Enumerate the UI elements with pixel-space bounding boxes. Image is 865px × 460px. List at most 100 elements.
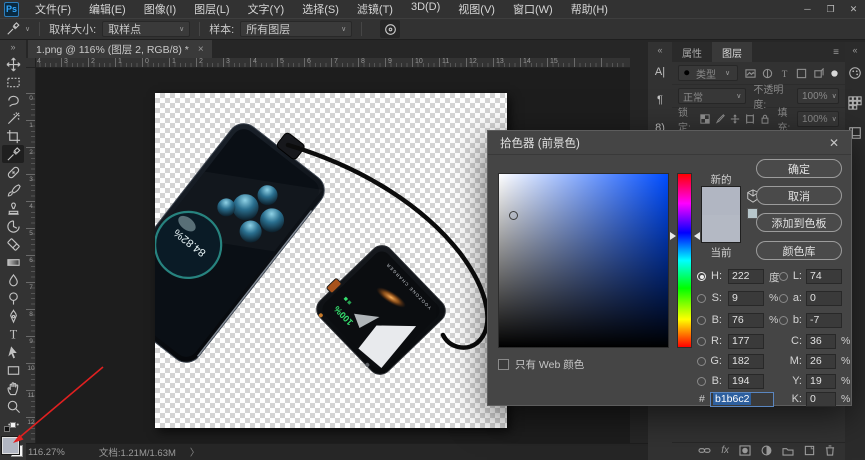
delete-layer-icon[interactable] bbox=[825, 445, 835, 456]
h-input[interactable]: 222 bbox=[728, 269, 764, 284]
rail-collapse-icon[interactable]: « bbox=[657, 42, 662, 58]
tab-properties[interactable]: 属性 bbox=[672, 42, 712, 62]
type-tool-icon[interactable]: T bbox=[2, 325, 24, 343]
menu-item[interactable]: 图层(L) bbox=[185, 1, 238, 17]
sampling-ring-toggle[interactable] bbox=[380, 20, 400, 38]
b-radio[interactable] bbox=[697, 316, 706, 325]
history-brush-tool-icon[interactable] bbox=[2, 217, 24, 235]
menu-item[interactable]: 图像(I) bbox=[135, 1, 185, 17]
filter-smart-objects-icon[interactable] bbox=[813, 68, 824, 79]
crop-tool-icon[interactable] bbox=[2, 127, 24, 145]
panel-menu-icon[interactable]: ≡ bbox=[827, 42, 845, 62]
document-tab[interactable]: 1.png @ 116% (图层 2, RGB/8) * × bbox=[28, 40, 212, 58]
r-input[interactable]: 177 bbox=[728, 334, 764, 349]
eraser-tool-icon[interactable] bbox=[2, 235, 24, 253]
sample-dropdown[interactable]: 所有图层 ∨ bbox=[240, 21, 352, 37]
new-group-icon[interactable] bbox=[782, 446, 794, 456]
tab-layers[interactable]: 图层 bbox=[712, 42, 752, 62]
eyedropper-tool-icon[interactable] bbox=[6, 22, 20, 36]
close-icon[interactable]: ✕ bbox=[842, 0, 865, 18]
hue-slider-arrow-left[interactable] bbox=[670, 232, 676, 240]
menu-item[interactable]: 帮助(H) bbox=[562, 1, 617, 17]
hand-tool-icon[interactable] bbox=[2, 379, 24, 397]
web-colors-only-option[interactable]: 只有 Web 颜色 bbox=[498, 357, 584, 372]
b2-radio[interactable] bbox=[697, 377, 706, 386]
a-radio[interactable] bbox=[779, 294, 788, 303]
strip-collapse-icon[interactable]: « bbox=[852, 42, 857, 58]
b-input[interactable]: 76 bbox=[728, 313, 764, 328]
menu-item[interactable]: 选择(S) bbox=[293, 1, 348, 17]
l-input[interactable]: 74 bbox=[806, 269, 842, 284]
add-to-swatches-button[interactable]: 添加到色板 bbox=[756, 213, 842, 232]
blur-tool-icon[interactable] bbox=[2, 271, 24, 289]
s-input[interactable]: 9 bbox=[728, 291, 764, 306]
menu-item[interactable]: 视图(V) bbox=[449, 1, 504, 17]
menu-item[interactable]: 文字(Y) bbox=[239, 1, 294, 17]
g-radio[interactable] bbox=[697, 357, 706, 366]
sample-size-dropdown[interactable]: 取样点 ∨ bbox=[102, 21, 190, 37]
restore-icon[interactable]: ❐ bbox=[819, 0, 842, 18]
filter-shape-layers-icon[interactable] bbox=[796, 68, 807, 79]
character-panel-icon[interactable]: A| bbox=[655, 58, 665, 86]
magic-wand-tool-icon[interactable] bbox=[2, 109, 24, 127]
filter-kind-dropdown[interactable]: 类型 ∨ bbox=[678, 65, 738, 81]
pen-tool-icon[interactable] bbox=[2, 307, 24, 325]
link-layers-icon[interactable] bbox=[698, 445, 711, 456]
lab-b-input[interactable]: -7 bbox=[806, 313, 842, 328]
brush-tool-icon[interactable] bbox=[2, 181, 24, 199]
layer-mask-icon[interactable] bbox=[739, 445, 751, 456]
lock-move-icon[interactable] bbox=[730, 114, 740, 124]
spot-healing-tool-icon[interactable] bbox=[2, 163, 24, 181]
dodge-tool-icon[interactable] bbox=[2, 289, 24, 307]
filter-adjustment-layers-icon[interactable] bbox=[762, 68, 773, 79]
marquee-tool-icon[interactable] bbox=[2, 73, 24, 91]
eyedropper-tool[interactable] bbox=[2, 145, 24, 163]
filter-toggle-icon[interactable] bbox=[830, 69, 839, 78]
foreground-color-swatch[interactable] bbox=[2, 437, 19, 454]
path-select-tool-icon[interactable] bbox=[2, 343, 24, 361]
lock-transparent-icon[interactable] bbox=[700, 114, 710, 124]
s-radio[interactable] bbox=[697, 294, 706, 303]
k-input[interactable]: 0 bbox=[806, 392, 836, 407]
filter-pixel-layers-icon[interactable] bbox=[745, 68, 756, 79]
filter-type-layers-icon[interactable]: T bbox=[779, 68, 790, 79]
hue-slider[interactable] bbox=[677, 173, 692, 348]
gradient-tool-icon[interactable] bbox=[2, 253, 24, 271]
color-panel-icon[interactable] bbox=[848, 66, 862, 80]
ok-button[interactable]: 确定 bbox=[756, 159, 842, 178]
lock-paint-icon[interactable] bbox=[715, 114, 725, 124]
layer-style-icon[interactable]: fx bbox=[721, 445, 729, 456]
hex-input[interactable]: b1b6c2 bbox=[710, 392, 774, 407]
ruler-origin-corner[interactable] bbox=[26, 58, 36, 68]
dialog-close-icon[interactable]: ✕ bbox=[829, 136, 839, 150]
lab-b-radio[interactable] bbox=[779, 316, 788, 325]
current-color-swatch[interactable] bbox=[701, 215, 741, 243]
menu-item[interactable]: 3D(D) bbox=[402, 1, 449, 17]
swatches-panel-icon[interactable] bbox=[848, 96, 862, 110]
tab-close-icon[interactable]: × bbox=[198, 44, 204, 55]
adjustment-layer-icon[interactable] bbox=[761, 445, 772, 456]
m-input[interactable]: 26 bbox=[806, 354, 836, 369]
lock-all-icon[interactable] bbox=[760, 114, 770, 124]
menu-item[interactable]: 文件(F) bbox=[26, 1, 80, 17]
g-input[interactable]: 182 bbox=[728, 354, 764, 369]
menu-item[interactable]: 编辑(E) bbox=[80, 1, 135, 17]
clone-stamp-tool-icon[interactable] bbox=[2, 199, 24, 217]
fill-dropdown[interactable]: 100% ∨ bbox=[797, 111, 839, 127]
h-radio[interactable] bbox=[697, 272, 706, 281]
move-tool-icon[interactable] bbox=[2, 55, 24, 73]
shape-tool-icon[interactable] bbox=[2, 361, 24, 379]
lock-artboard-icon[interactable] bbox=[745, 114, 755, 124]
toolbar-collapse-icon[interactable]: » bbox=[10, 40, 15, 55]
paragraph-panel-icon[interactable]: ¶ bbox=[657, 86, 663, 114]
hue-slider-arrow-right[interactable] bbox=[694, 232, 700, 240]
minimize-icon[interactable]: ─ bbox=[796, 0, 819, 18]
cancel-button[interactable]: 取消 bbox=[756, 186, 842, 205]
tool-preset-caret-icon[interactable]: ∨ bbox=[25, 25, 30, 33]
opacity-dropdown[interactable]: 100% ∨ bbox=[797, 88, 839, 104]
menu-item[interactable]: 滤镜(T) bbox=[348, 1, 402, 17]
zoom-tool-icon[interactable] bbox=[2, 397, 24, 415]
new-layer-icon[interactable] bbox=[804, 445, 815, 456]
b2-input[interactable]: 194 bbox=[728, 374, 764, 389]
document-canvas[interactable]: 84.82% 100% YOOZONE CHARGER bbox=[155, 93, 507, 428]
